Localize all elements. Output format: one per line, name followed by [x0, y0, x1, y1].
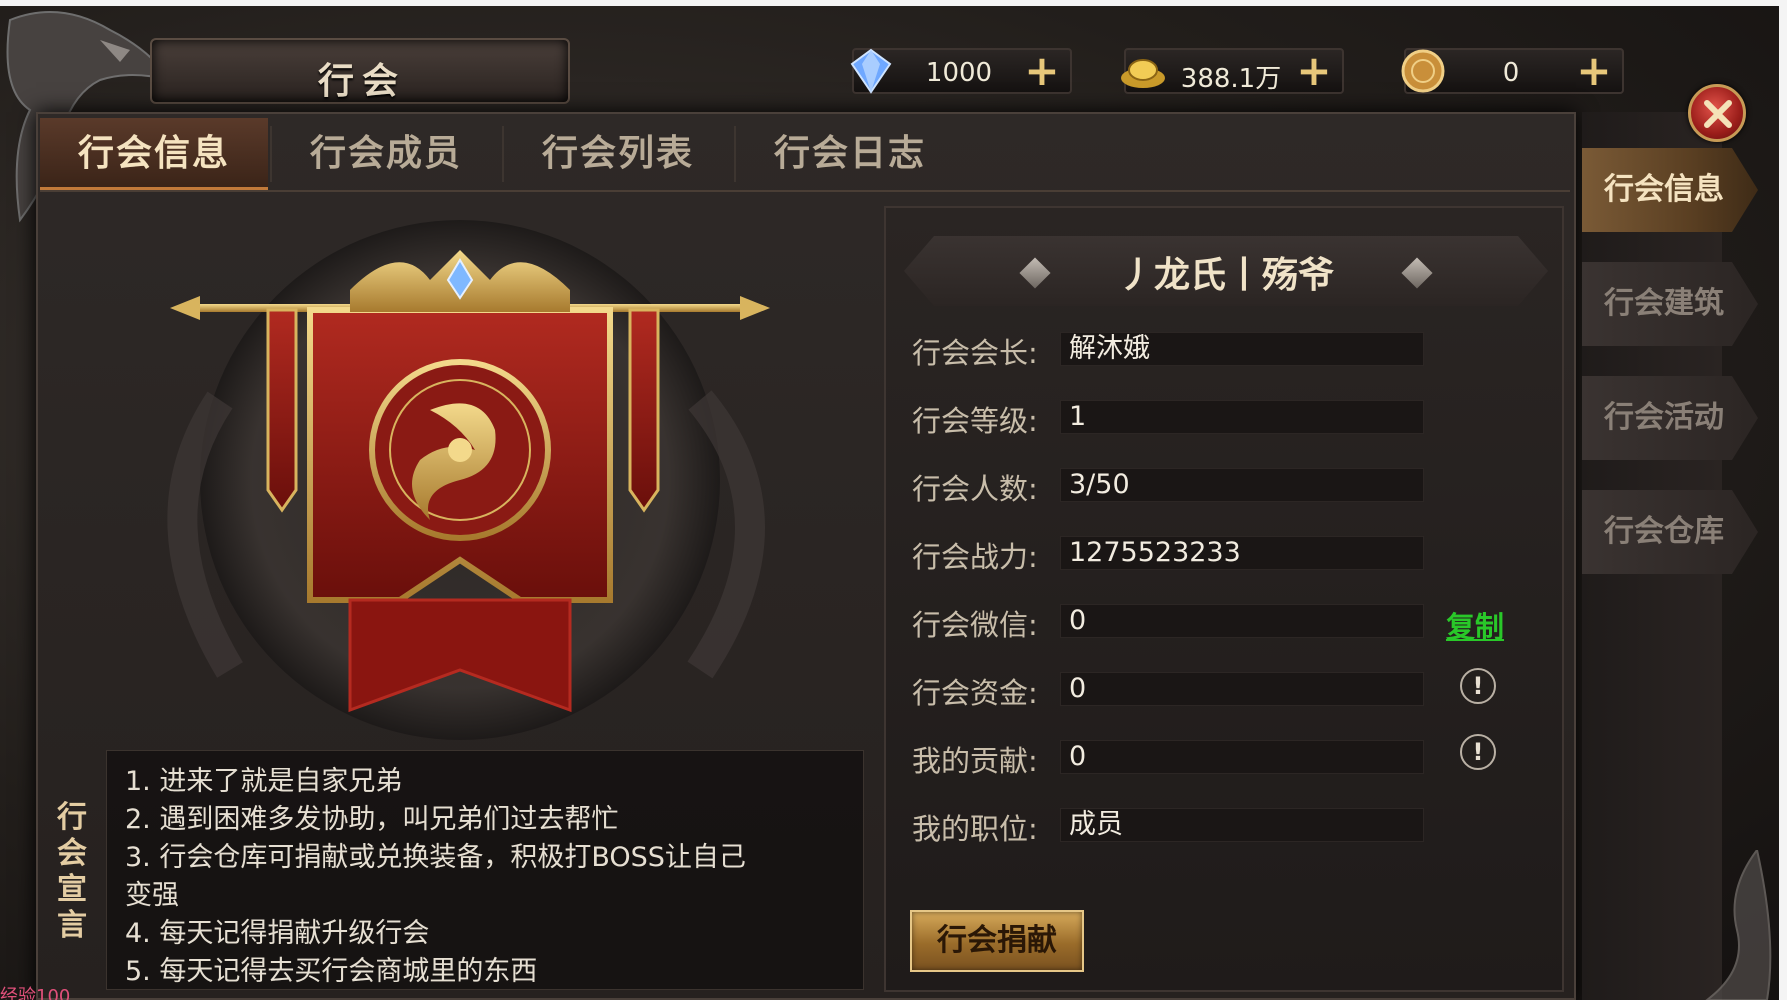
declaration-line: 1. 进来了就是自家兄弟	[125, 766, 403, 797]
gold-ingot-icon	[1121, 59, 1165, 88]
wechat-value: 0	[1060, 604, 1424, 638]
tab-guild-list[interactable]: 行会列表	[504, 118, 732, 190]
declaration-line: 5. 每天记得去买行会商城里的东西	[125, 956, 538, 987]
power-label: 行会战力:	[912, 540, 1038, 574]
member-count-value: 3/50	[1060, 468, 1424, 502]
add-currency-button[interactable]: +	[1574, 50, 1614, 92]
window-title: 行会	[317, 61, 406, 102]
contribution-label: 我的贡献:	[912, 744, 1038, 778]
tab-guild-info[interactable]: 行会信息	[40, 118, 268, 190]
currency-diamond: 1000 +	[850, 48, 1072, 94]
currency-value: 0	[1502, 58, 1520, 88]
member-count-label: 行会人数:	[912, 472, 1038, 506]
game-scene: 行会 1000 + 388.1万 + 0 + 行会信息 行会成员 行会列表 行会…	[0, 0, 1787, 1000]
leader-value: 解沐娥	[1060, 332, 1424, 366]
wechat-label: 行会微信:	[912, 608, 1038, 642]
declaration-box[interactable]: 1. 进来了就是自家兄弟 2. 遇到困难多发协助，叫兄弟们过去帮忙 3. 行会仓…	[106, 750, 864, 990]
coin-icon	[1401, 49, 1445, 93]
add-currency-button[interactable]: +	[1294, 50, 1334, 92]
currency-value: 388.1万	[1180, 64, 1282, 94]
position-value: 成员	[1060, 808, 1424, 842]
guild-info-card	[884, 206, 1564, 992]
declaration-line: 2. 遇到困难多发协助，叫兄弟们过去帮忙	[125, 804, 619, 835]
bottom-status-text: 经验100	[0, 986, 71, 1000]
declaration-line: 4. 每天记得捐献升级行会	[125, 918, 430, 949]
copy-button[interactable]: 复制	[1446, 604, 1504, 646]
level-value: 1	[1060, 400, 1424, 434]
funds-label: 行会资金:	[912, 676, 1038, 710]
top-edge	[0, 0, 1787, 6]
declaration-line: 3. 行会仓库可捐献或兑换装备，积极打BOSS让自己	[125, 842, 746, 873]
side-tab-guild-info[interactable]: 行会信息	[1582, 148, 1758, 232]
position-label: 我的职位:	[912, 812, 1038, 846]
dragon-ornament-icon	[1705, 850, 1772, 1000]
tab-guild-members[interactable]: 行会成员	[272, 118, 500, 190]
level-label: 行会等级:	[912, 404, 1038, 438]
funds-value: 0	[1060, 672, 1424, 706]
declaration-label: 行会宣言	[57, 800, 87, 943]
close-icon	[1704, 100, 1732, 128]
currency-value: 1000	[925, 58, 993, 88]
add-currency-button[interactable]: +	[1022, 50, 1062, 92]
side-tab-guild-activities[interactable]: 行会活动	[1582, 376, 1758, 460]
info-icon[interactable]: !	[1460, 668, 1496, 704]
side-tab-guild-buildings[interactable]: 行会建筑	[1582, 262, 1758, 346]
side-tab-guild-warehouse[interactable]: 行会仓库	[1582, 490, 1758, 574]
tab-underline	[40, 190, 1570, 192]
right-edge	[1779, 0, 1787, 1000]
currency-coin: 0 +	[1401, 48, 1624, 94]
declaration-line: 变强	[125, 880, 179, 911]
currency-gold: 388.1万 +	[1121, 48, 1344, 94]
contribution-value: 0	[1060, 740, 1424, 774]
diamond-icon	[850, 48, 892, 94]
tab-guild-log[interactable]: 行会日志	[736, 118, 964, 190]
info-icon[interactable]: !	[1460, 734, 1496, 770]
leader-label: 行会会长:	[912, 336, 1038, 370]
power-value: 1275523233	[1060, 536, 1424, 570]
guild-name: 丿龙氏丨殇爷	[1117, 255, 1334, 296]
guild-banner-emblem	[167, 220, 770, 740]
donate-button[interactable]: 行会捐献	[910, 910, 1084, 972]
window-title-plate: 行会	[150, 38, 570, 104]
close-button[interactable]	[1688, 84, 1746, 142]
